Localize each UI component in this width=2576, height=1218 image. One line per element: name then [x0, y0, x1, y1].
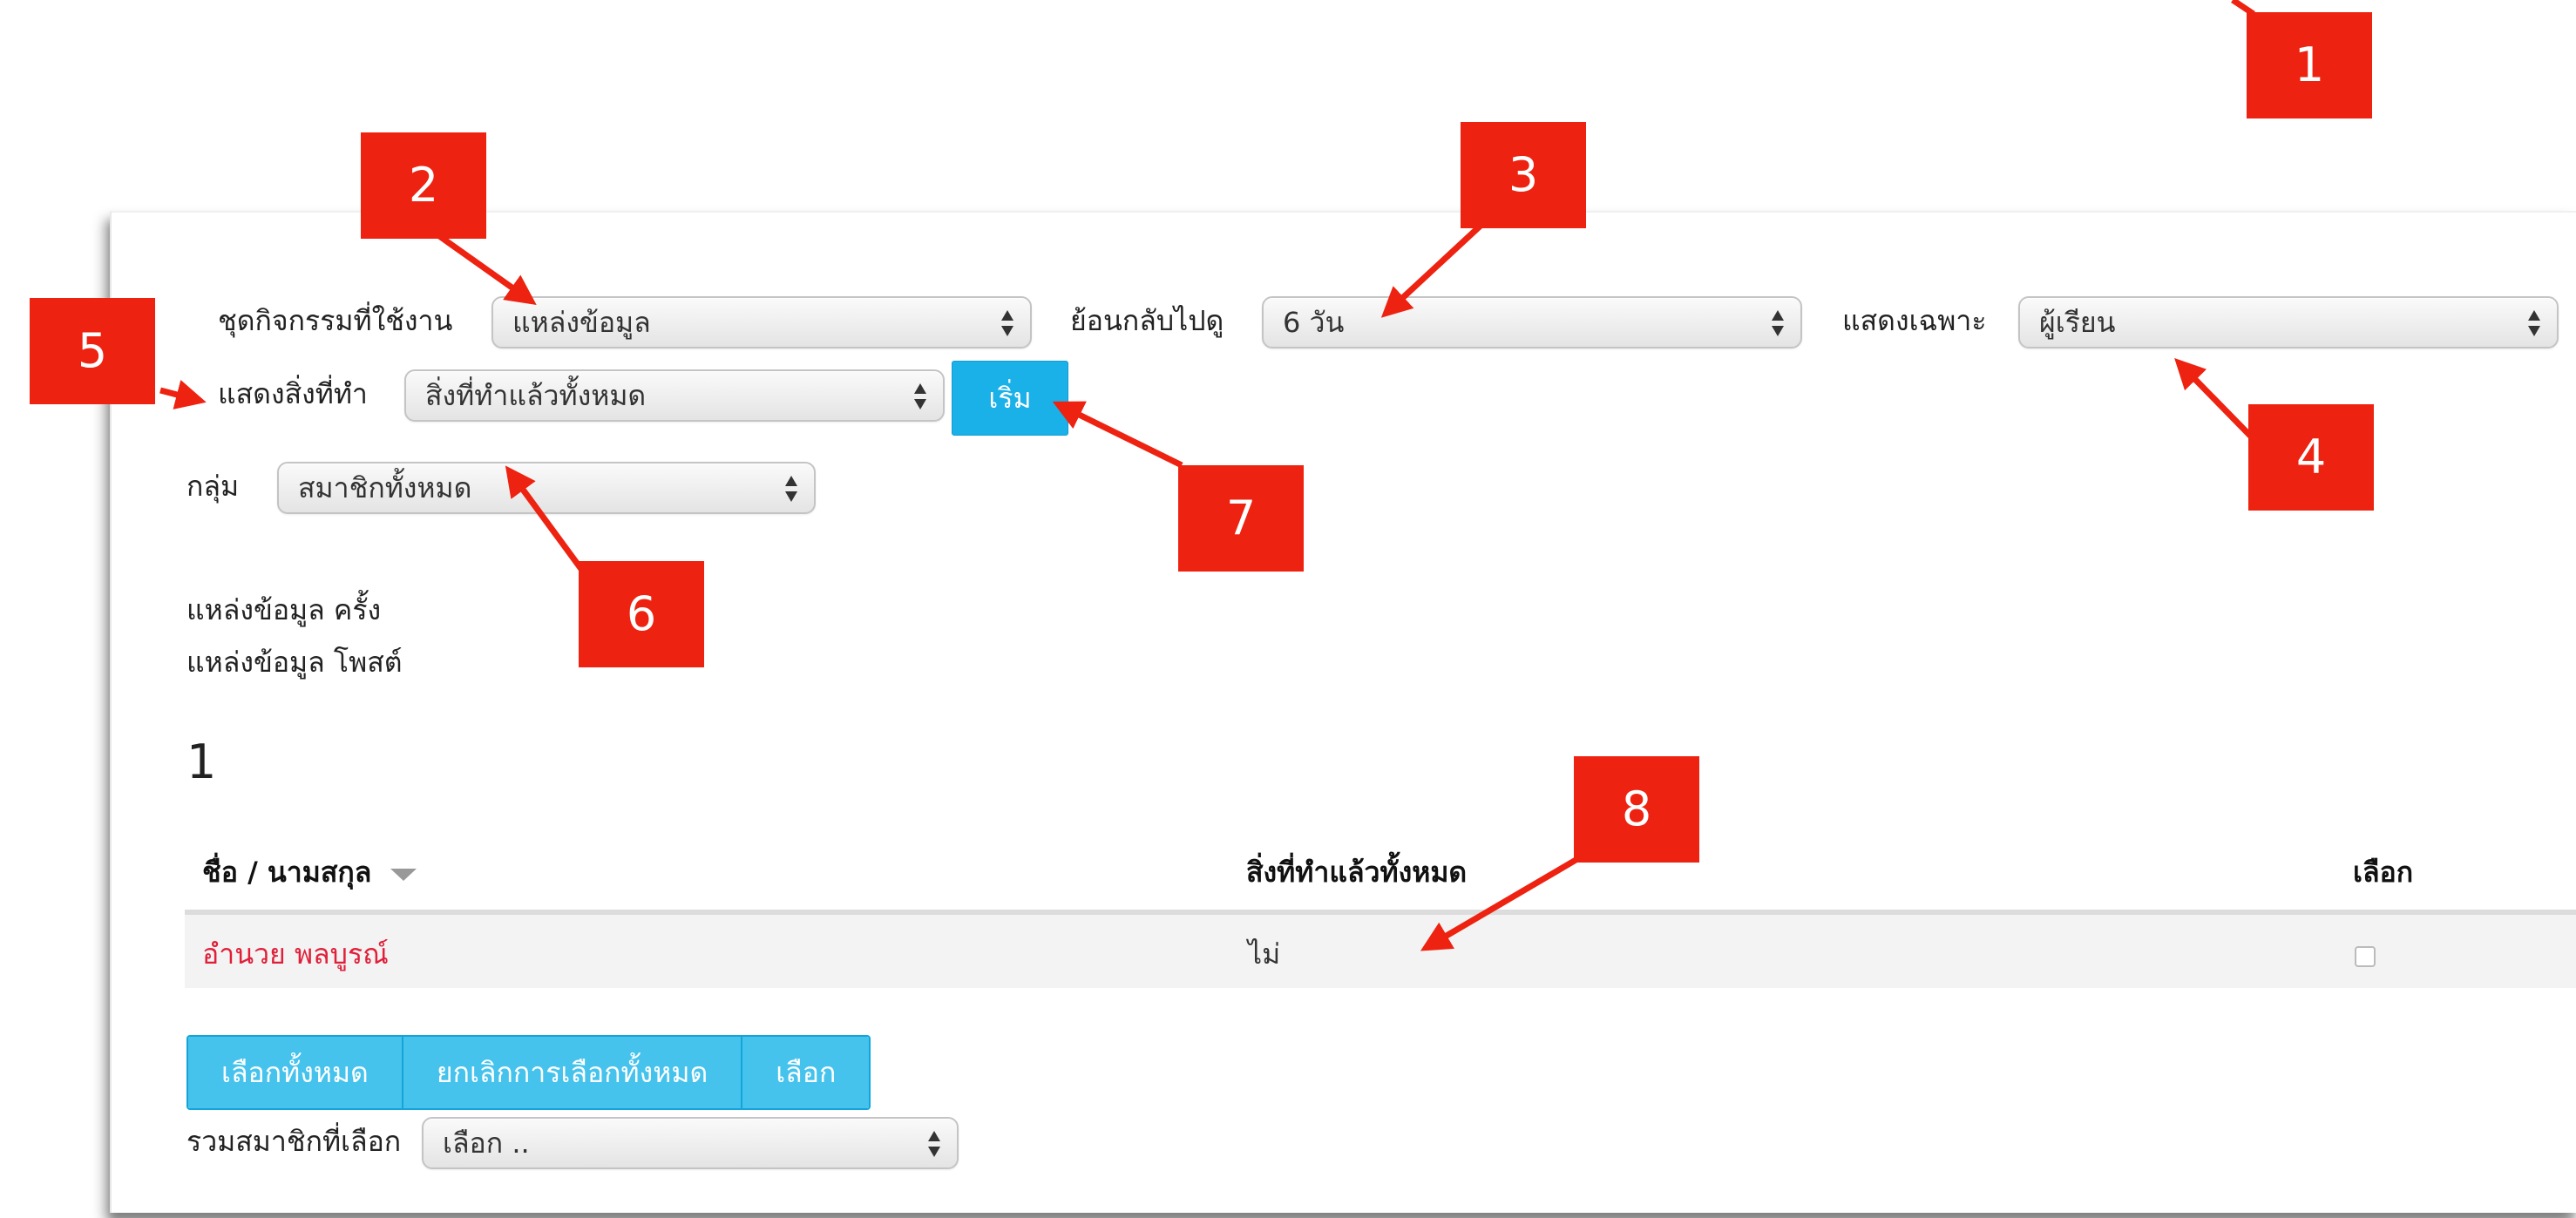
row-select-checkbox[interactable]	[2355, 946, 2376, 967]
callout-badge-6: 6	[579, 561, 704, 667]
select-arrows-icon	[914, 383, 926, 409]
show-only-select[interactable]: ผู้เรียน	[2018, 296, 2559, 348]
participant-name-link[interactable]: อำนวย พลบูรณ์	[202, 932, 389, 977]
go-button[interactable]: เริ่ม	[952, 361, 1068, 436]
callout-badge-2: 2	[361, 132, 486, 239]
callout-badge-8: 8	[1574, 756, 1699, 863]
lookback-label: ย้อนกลับไปดู	[1070, 304, 1224, 337]
name-header-label: ชื่อ / นามสกุล	[202, 856, 372, 889]
with-selected-value: เลือก ..	[443, 1127, 530, 1160]
callout-badge-4: 4	[2248, 404, 2374, 511]
table-header-actions: สิ่งที่ทำแล้วทั้งหมด	[1246, 856, 1468, 889]
participant-status: ไม่	[1248, 937, 1281, 971]
participant-count: 1	[186, 734, 217, 789]
select-arrows-icon	[2528, 310, 2540, 336]
lookback-value: 6 วัน	[1283, 306, 1345, 339]
select-arrows-icon	[1001, 310, 1013, 336]
show-only-label: แสดงเฉพาะ	[1842, 304, 1987, 337]
group-label: กลุ่ม	[186, 470, 240, 503]
show-actions-label: แสดงสิ่งที่ทำ	[218, 377, 368, 410]
activity-set-select[interactable]: แหล่งข้อมูล	[491, 296, 1032, 348]
callout-badge-5: 5	[30, 298, 155, 404]
group-value: สมาชิกทั้งหมด	[298, 471, 472, 504]
bulk-select-buttons: เลือกทั้งหมด ยกเลิกการเลือกทั้งหมด เลือก	[186, 1035, 871, 1110]
show-only-value: ผู้เรียน	[2039, 306, 2116, 339]
table-row	[185, 910, 2576, 988]
with-selected-select[interactable]: เลือก ..	[422, 1117, 959, 1169]
info-line-posts: แหล่งข้อมูล โพสต์	[186, 646, 403, 679]
activity-set-value: แหล่งข้อมูล	[512, 306, 651, 339]
select-arrows-icon	[1772, 310, 1784, 336]
lookback-select[interactable]: 6 วัน	[1262, 296, 1802, 348]
sort-desc-icon	[390, 869, 417, 881]
activity-set-label: ชุดกิจกรรมที่ใช้งาน	[218, 304, 453, 337]
info-line-views: แหล่งข้อมูล ครั้ง	[186, 593, 382, 626]
select-arrows-icon	[785, 476, 797, 502]
table-header-name[interactable]: ชื่อ / นามสกุล	[202, 850, 417, 895]
show-actions-select[interactable]: สิ่งที่ทำแล้วทั้งหมด	[404, 369, 945, 422]
show-actions-value: สิ่งที่ทำแล้วทั้งหมด	[425, 379, 647, 412]
deselect-all-button[interactable]: ยกเลิกการเลือกทั้งหมด	[403, 1037, 743, 1108]
callout-badge-3: 3	[1461, 122, 1586, 228]
table-header-select: เลือก	[2353, 856, 2414, 889]
select-all-button[interactable]: เลือกทั้งหมด	[188, 1037, 403, 1108]
select-arrows-icon	[928, 1131, 940, 1157]
select-button[interactable]: เลือก	[742, 1037, 870, 1108]
callout-badge-7: 7	[1178, 465, 1304, 572]
with-selected-label: รวมสมาชิกที่เลือก	[186, 1125, 402, 1158]
callout-badge-1: 1	[2247, 12, 2372, 118]
group-select[interactable]: สมาชิกทั้งหมด	[277, 462, 816, 514]
